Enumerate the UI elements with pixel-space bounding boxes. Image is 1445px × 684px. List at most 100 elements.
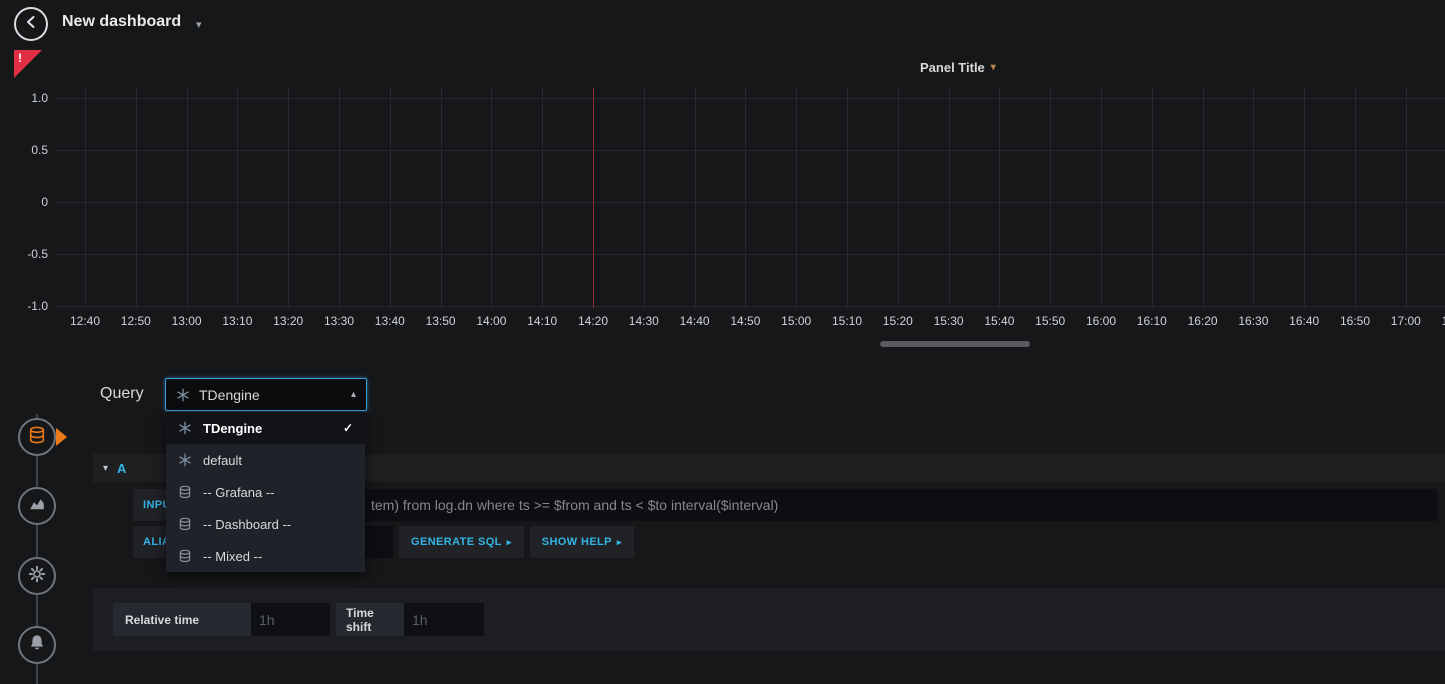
- gridline-vertical: [999, 88, 1000, 308]
- query-ref-id: A: [117, 461, 126, 476]
- dashboard-title[interactable]: New dashboard: [62, 13, 181, 31]
- gridline-vertical: [1203, 88, 1204, 308]
- gridline-vertical: [745, 88, 746, 308]
- x-tick-label: 16:20: [1188, 314, 1218, 328]
- y-tick-label: 0: [8, 195, 48, 209]
- grafana-dashboard-edit: New dashboard ▾ ! Panel Title ▾ 1.00.50-…: [0, 0, 1445, 684]
- x-tick-label: 16:30: [1238, 314, 1268, 328]
- x-tick-label: 12:40: [70, 314, 100, 328]
- y-tick-label: 1.0: [8, 91, 48, 105]
- caret-right-icon: ▸: [617, 537, 622, 548]
- datasource-option-dashboard[interactable]: -- Dashboard --: [166, 508, 365, 540]
- x-tick-label: 14:50: [730, 314, 760, 328]
- datasource-picker[interactable]: TDengine ▴: [165, 378, 367, 411]
- gridline-vertical: [390, 88, 391, 308]
- generate-sql-button[interactable]: GENERATE SQL ▸: [399, 526, 524, 558]
- datasource-option-mixed[interactable]: -- Mixed --: [166, 540, 365, 572]
- gridline-vertical: [237, 88, 238, 308]
- chevron-down-icon: ▾: [103, 463, 108, 474]
- panel-title-menu[interactable]: Panel Title ▾: [920, 58, 996, 76]
- datasource-picker-value: TDengine: [199, 387, 342, 403]
- x-tick-label: 16:50: [1340, 314, 1370, 328]
- gridline-vertical: [491, 88, 492, 308]
- x-tick-label: 13:00: [172, 314, 202, 328]
- sql-input-field[interactable]: tem) from log.dn where ts >= $from and t…: [215, 489, 1437, 521]
- datasource-option-label: default: [203, 453, 242, 468]
- top-navbar: New dashboard ▾: [0, 0, 1445, 48]
- back-button[interactable]: [14, 7, 48, 41]
- x-tick-label: 13:20: [273, 314, 303, 328]
- x-tick-label: 15:50: [1035, 314, 1065, 328]
- graph-panel-plot-area[interactable]: [55, 88, 1445, 308]
- chevron-down-icon: ▾: [991, 62, 996, 73]
- gridline-vertical: [1101, 88, 1102, 308]
- x-tick-label: 15:40: [984, 314, 1014, 328]
- gridline-vertical: [542, 88, 543, 308]
- show-help-button[interactable]: SHOW HELP ▸: [530, 526, 634, 558]
- x-tick-label: 15:20: [883, 314, 913, 328]
- gridline-horizontal: [55, 98, 1445, 99]
- database-icon: [178, 485, 192, 499]
- datasource-option-label: -- Mixed --: [203, 549, 262, 564]
- annotation-vline: [593, 88, 594, 308]
- datasource-option-label: -- Grafana --: [203, 485, 275, 500]
- time-shift-label: Time shift: [336, 603, 404, 636]
- x-tick-label: 15:10: [832, 314, 862, 328]
- database-icon: [27, 425, 47, 450]
- plugin-icon: [176, 388, 190, 402]
- gridline-horizontal: [55, 306, 1445, 307]
- tab-visualization[interactable]: [18, 487, 56, 525]
- datasource-option-grafana[interactable]: -- Grafana --: [166, 476, 365, 508]
- gridline-vertical: [1050, 88, 1051, 308]
- datasource-option-default[interactable]: default: [166, 444, 365, 476]
- query-time-options-panel: Relative time Time shift: [93, 588, 1445, 651]
- tab-general[interactable]: [18, 557, 56, 595]
- gridline-horizontal: [55, 254, 1445, 255]
- chart-icon: [27, 494, 47, 519]
- y-tick-label: -1.0: [8, 299, 48, 313]
- relative-time-label: Relative time: [113, 603, 251, 636]
- gridline-vertical: [898, 88, 899, 308]
- gridline-horizontal: [55, 202, 1445, 203]
- gridline-vertical: [85, 88, 86, 308]
- plugin-icon: [178, 453, 192, 467]
- gridline-vertical: [1253, 88, 1254, 308]
- panel-error-indicator[interactable]: !: [14, 50, 42, 78]
- gridline-vertical: [288, 88, 289, 308]
- tab-queries[interactable]: [18, 418, 56, 456]
- query-section-label: Query: [100, 385, 144, 403]
- x-tick-label: 14:00: [476, 314, 506, 328]
- horizontal-scrollbar-thumb[interactable]: [880, 341, 1030, 347]
- y-tick-label: -0.5: [8, 247, 48, 261]
- gridline-vertical: [695, 88, 696, 308]
- x-tick-label: 13:30: [324, 314, 354, 328]
- chevron-down-icon[interactable]: ▾: [196, 18, 202, 31]
- x-tick-label: 14:30: [629, 314, 659, 328]
- active-tab-pointer: [56, 428, 67, 446]
- gridline-vertical: [1152, 88, 1153, 308]
- x-tick-label: 13:10: [222, 314, 252, 328]
- chevron-up-icon: ▴: [351, 389, 356, 400]
- x-tick-label: 17:10: [1442, 314, 1445, 328]
- gridline-vertical: [441, 88, 442, 308]
- time-shift-input[interactable]: [404, 603, 484, 636]
- arrow-left-icon: [23, 14, 39, 35]
- gridline-vertical: [949, 88, 950, 308]
- datasource-option-label: TDengine: [203, 421, 262, 436]
- tab-alert[interactable]: [18, 626, 56, 664]
- gridline-vertical: [847, 88, 848, 308]
- relative-time-input[interactable]: [251, 603, 330, 636]
- gridline-vertical: [796, 88, 797, 308]
- gridline-vertical: [644, 88, 645, 308]
- x-tick-label: 16:00: [1086, 314, 1116, 328]
- panel-title-text: Panel Title: [920, 60, 985, 75]
- x-tick-label: 13:40: [375, 314, 405, 328]
- gridline-vertical: [1304, 88, 1305, 308]
- x-tick-label: 13:50: [426, 314, 456, 328]
- datasource-option-tdengine[interactable]: TDengine✓: [166, 412, 365, 444]
- x-tick-label: 16:10: [1137, 314, 1167, 328]
- gridline-vertical: [339, 88, 340, 308]
- gridline-vertical: [1406, 88, 1407, 308]
- database-icon: [178, 517, 192, 531]
- plugin-icon: [178, 421, 192, 435]
